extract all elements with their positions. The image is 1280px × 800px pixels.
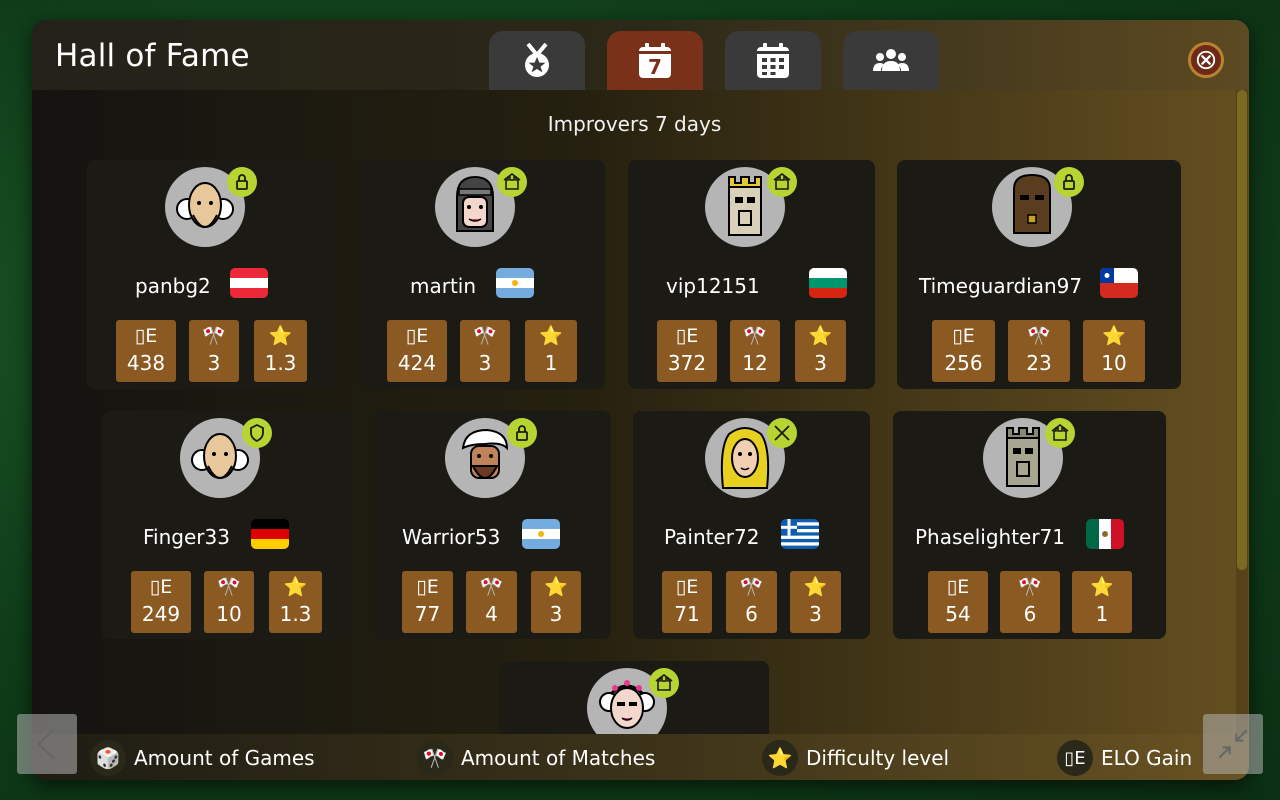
swords-icon xyxy=(767,418,797,448)
hall-of-fame-dialog: Hall of Fame 7 Improvers 7 days panbg2 ▯… xyxy=(32,20,1249,780)
lock-icon xyxy=(1054,167,1084,197)
tab-calendar[interactable] xyxy=(725,31,821,90)
elo-gain-stat: ▯E 424 xyxy=(387,320,447,382)
previous-button[interactable] xyxy=(17,714,77,774)
calendar-7-icon: 7 xyxy=(639,42,671,79)
matches-stat: 🎌 10 xyxy=(204,571,254,633)
collapse-arrows-icon xyxy=(1218,729,1248,759)
tab-group[interactable] xyxy=(843,31,939,90)
scrollbar-thumb[interactable] xyxy=(1237,90,1247,570)
elo-gain-stat: ▯E 54 xyxy=(928,571,988,633)
matches-stat: 🎌 3 xyxy=(189,320,239,382)
flag-argentina-icon xyxy=(496,268,534,298)
legend-elo: ▯E ELO Gain xyxy=(1057,740,1192,776)
player-name: martin xyxy=(410,274,477,298)
calendar-icon xyxy=(757,42,789,78)
castle-icon xyxy=(767,167,797,197)
legend-matches: 🎌 Amount of Matches xyxy=(417,740,655,776)
difficulty-stat: ⭐ 1.3 xyxy=(254,320,307,382)
elo-gain-stat: ▯E 71 xyxy=(662,571,712,633)
flag-greece-icon xyxy=(781,519,819,549)
matches-stat: 🎌 6 xyxy=(726,571,777,633)
difficulty-stat: ⭐ 1 xyxy=(1072,571,1132,633)
flag-mexico-icon xyxy=(1086,519,1124,549)
player-name: Warrior53 xyxy=(402,525,501,549)
flag-germany-icon xyxy=(251,519,289,549)
medal-icon xyxy=(525,42,549,77)
difficulty-stat: ⭐ 10 xyxy=(1083,320,1145,382)
difficulty-stat: ⭐ 3 xyxy=(790,571,841,633)
difficulty-stat: ⭐ 3 xyxy=(795,320,846,382)
difficulty-stat: ⭐ 1 xyxy=(525,320,577,382)
difficulty-stat: ⭐ 3 xyxy=(531,571,581,633)
matches-stat: 🎌 4 xyxy=(466,571,517,633)
castle-icon xyxy=(1045,418,1075,448)
collapse-button[interactable] xyxy=(1203,714,1263,774)
player-name: panbg2 xyxy=(135,274,211,298)
player-card[interactable]: Timeguardian97 ▯E 256 🎌 23 ⭐ 10 xyxy=(897,160,1181,389)
close-icon xyxy=(1196,50,1216,70)
player-card[interactable]: Finger33 ▯E 249 🎌 10 ⭐ 1.3 xyxy=(102,411,351,639)
section-title: Improvers 7 days xyxy=(547,112,722,136)
legend-difficulty: ⭐ Difficulty level xyxy=(762,740,949,776)
matches-stat: 🎌 12 xyxy=(730,320,780,382)
tab-medal[interactable] xyxy=(489,31,585,90)
player-card[interactable]: Phaselighter71 ▯E 54 🎌 6 ⭐ 1 xyxy=(893,411,1166,639)
castle-icon xyxy=(649,668,679,698)
matches-stat: 🎌 3 xyxy=(460,320,510,382)
page-title: Hall of Fame xyxy=(55,38,250,74)
player-card[interactable]: Painter72 ▯E 71 🎌 6 ⭐ 3 xyxy=(633,411,870,639)
group-icon xyxy=(873,48,909,71)
tab-7-days[interactable]: 7 xyxy=(607,31,703,90)
elo-gain-stat: ▯E 438 xyxy=(116,320,176,382)
castle-icon xyxy=(497,167,527,197)
elo-gain-stat: ▯E 372 xyxy=(657,320,717,382)
elo-gain-stat: ▯E 77 xyxy=(402,571,453,633)
dice-icon: 🎲 xyxy=(90,740,126,776)
player-card[interactable]: Warrior53 ▯E 77 🎌 4 ⭐ 3 xyxy=(373,411,611,639)
player-card[interactable]: vip12151 ▯E 372 🎌 12 ⭐ 3 xyxy=(628,160,875,389)
player-card[interactable]: martin ▯E 424 🎌 3 ⭐ 1 xyxy=(358,160,605,389)
player-name: vip12151 xyxy=(666,274,760,298)
player-name: Phaselighter71 xyxy=(915,525,1066,549)
flag-chile-icon xyxy=(1100,268,1138,298)
flag-bulgaria-icon xyxy=(809,268,847,298)
player-name: Finger33 xyxy=(143,525,230,549)
lock-icon xyxy=(507,418,537,448)
legend-games: 🎲 Amount of Games xyxy=(90,740,315,776)
flag-austria-icon xyxy=(230,268,268,298)
difficulty-stat: ⭐ 1.3 xyxy=(269,571,322,633)
elo-gain-stat: ▯E 256 xyxy=(932,320,995,382)
chevron-left-icon xyxy=(37,728,55,760)
legend-bar: 🎲 Amount of Games 🎌 Amount of Matches ⭐ … xyxy=(32,734,1249,780)
leaderboard-content: Improvers 7 days panbg2 ▯E 438 🎌 3 ⭐ 1.3… xyxy=(32,90,1249,780)
close-button[interactable] xyxy=(1188,42,1224,78)
dialog-header: Hall of Fame 7 xyxy=(32,20,1249,90)
elo-icon: ▯E xyxy=(1057,740,1093,776)
elo-gain-stat: ▯E 249 xyxy=(131,571,191,633)
player-name: Painter72 xyxy=(664,525,760,549)
crossed-flags-icon: 🎌 xyxy=(417,740,453,776)
player-name: Timeguardian97 xyxy=(919,274,1083,298)
matches-stat: 🎌 6 xyxy=(1000,571,1060,633)
shield-icon xyxy=(242,418,272,448)
matches-stat: 🎌 23 xyxy=(1008,320,1070,382)
flag-argentina-icon xyxy=(522,519,560,549)
svg-text:7: 7 xyxy=(648,55,662,79)
lock-icon xyxy=(227,167,257,197)
player-card[interactable]: panbg2 ▯E 438 🎌 3 ⭐ 1.3 xyxy=(87,160,336,389)
star-icon: ⭐ xyxy=(762,740,798,776)
